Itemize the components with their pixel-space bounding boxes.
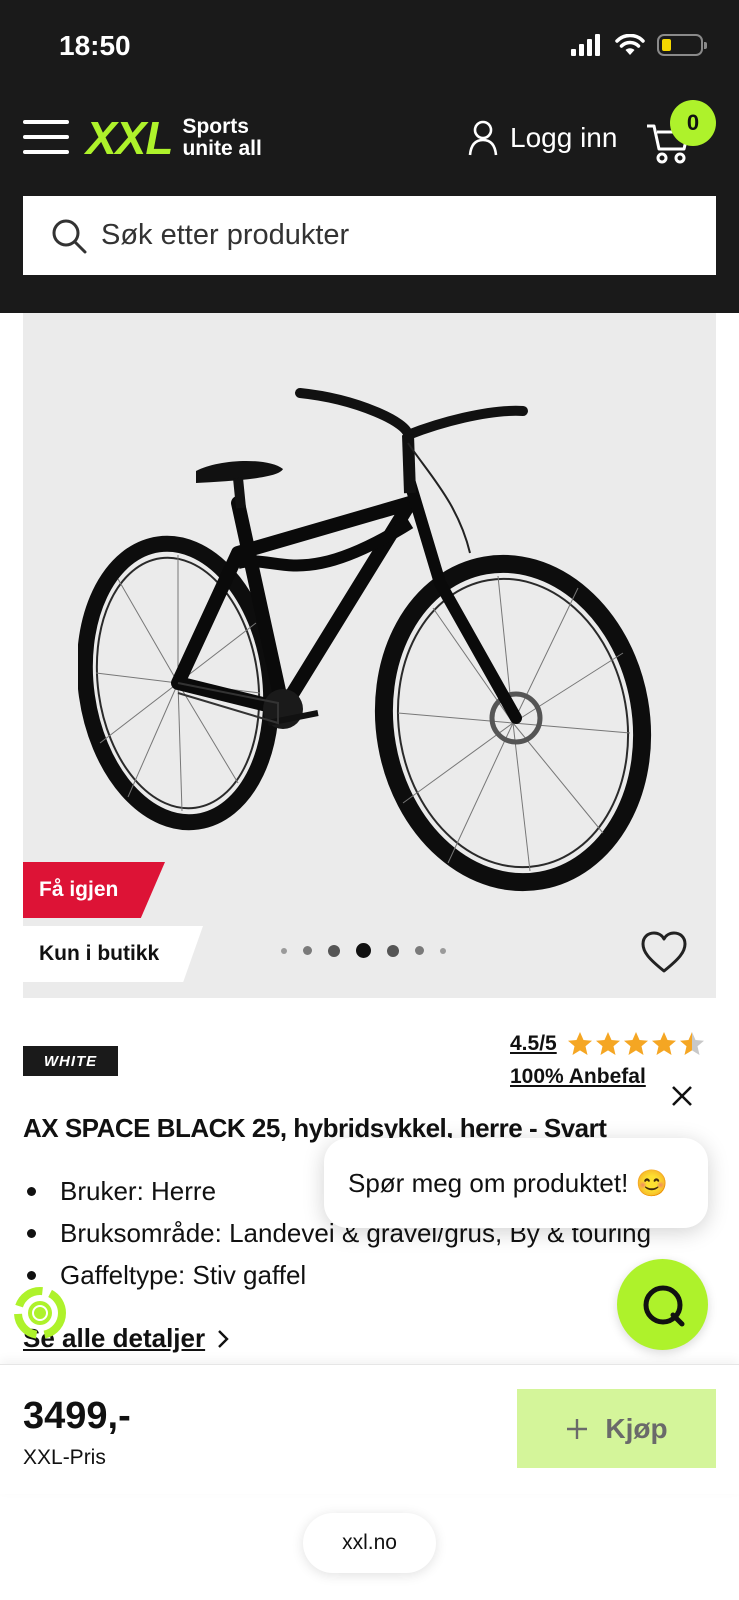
store-only-tag: Kun i butikk [23, 926, 203, 982]
eco-badge-icon[interactable] [12, 1285, 68, 1341]
battery-icon [657, 34, 707, 56]
cart-count-badge[interactable]: 0 [670, 100, 716, 146]
menu-icon [23, 120, 69, 124]
search-bar[interactable] [23, 196, 716, 275]
carousel-dot[interactable] [387, 944, 399, 957]
chat-icon [643, 1285, 684, 1326]
login-button[interactable]: Logg inn [468, 120, 617, 156]
chat-prompt-bubble[interactable]: Spør meg om produktet! 😊 [324, 1138, 708, 1228]
back-in-stock-tag: Få igjen [23, 862, 165, 918]
brand-logo[interactable]: WHITE [23, 1046, 118, 1076]
recommend-rate[interactable]: 100% Anbefal [510, 1065, 646, 1089]
buy-button[interactable]: Kjøp [517, 1389, 716, 1468]
rating-summary[interactable]: 4.5/5 [510, 1031, 707, 1057]
carousel-dot[interactable] [328, 944, 340, 957]
carousel-dot[interactable] [303, 946, 312, 955]
logo-wordmark: XXL [86, 112, 173, 164]
rating-stars [567, 1032, 704, 1055]
user-icon [468, 120, 498, 156]
carousel-dot-active[interactable] [356, 943, 371, 958]
wifi-icon [615, 34, 645, 55]
cellular-signal-icon [571, 34, 600, 56]
price-label: XXL-Pris [23, 1446, 106, 1469]
product-image [78, 388, 652, 892]
menu-button[interactable] [23, 120, 69, 154]
carousel-dot[interactable] [415, 946, 424, 955]
heart-icon[interactable] [641, 931, 687, 975]
chevron-right-icon [218, 1329, 229, 1348]
status-icons [571, 34, 707, 56]
app-root: 18:50 XXL Sports unite all Logg inn 0 Sø… [0, 0, 739, 1600]
plus-icon [567, 1418, 588, 1439]
login-label: Logg inn [510, 122, 618, 153]
logo-tagline: Sports unite all [182, 115, 262, 160]
carousel-dot[interactable] [281, 947, 287, 954]
search-input[interactable] [101, 219, 681, 252]
buy-label: Kjøp [605, 1412, 668, 1444]
search-icon [52, 219, 87, 253]
header-bar: 18:50 XXL Sports unite all Logg inn 0 Sø… [0, 0, 739, 313]
browser-url-bar[interactable]: xxl.no [303, 1513, 436, 1573]
chat-button[interactable] [617, 1259, 708, 1350]
close-icon[interactable] [668, 1082, 696, 1110]
xxl-logo[interactable]: XXL Sports unite all [86, 115, 262, 161]
price: 3499,- [23, 1395, 131, 1437]
purchase-bar: 3499,- XXL-Pris Kjøp [0, 1364, 739, 1494]
status-time: 18:50 [59, 30, 131, 61]
rating-score[interactable]: 4.5/5 [510, 1032, 557, 1056]
carousel-dot[interactable] [440, 947, 446, 954]
feature-item: Gaffeltype: Stiv gaffel [23, 1254, 651, 1296]
product-image-gallery[interactable]: Få igjen Kun i butikk [23, 313, 716, 998]
carousel-dots[interactable] [281, 943, 446, 958]
